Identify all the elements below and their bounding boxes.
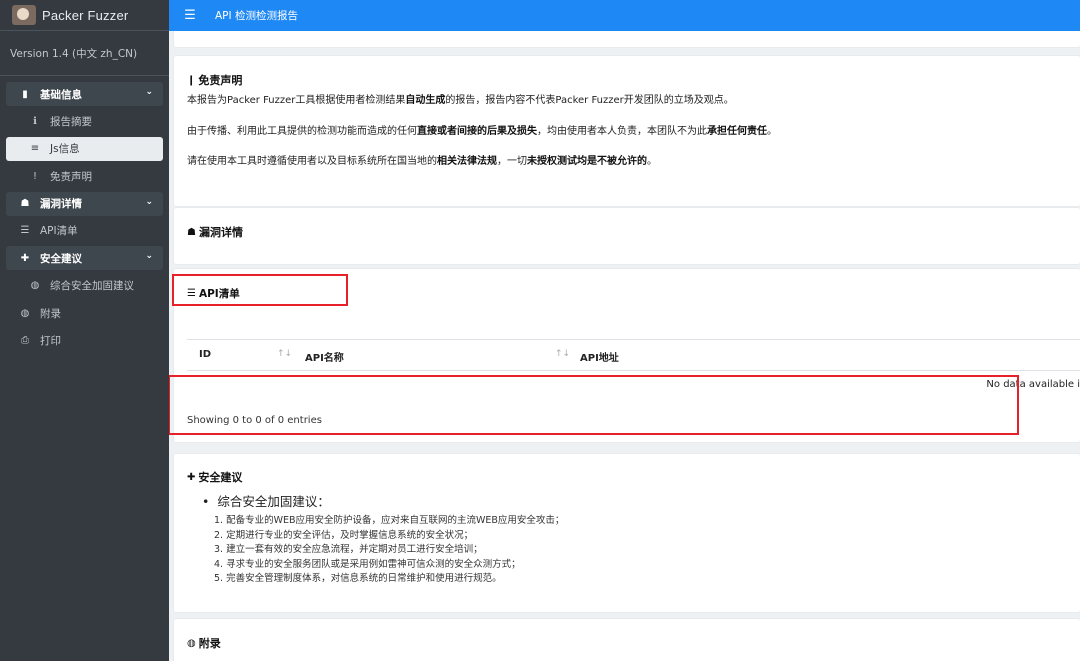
sidebar-item-label: 打印: [40, 335, 61, 348]
main-content: ❙ 免责声明 本报告为Packer Fuzzer工具根据使用者检测结果自动生成的…: [169, 31, 1080, 661]
sidebar-item-label: 附录: [40, 307, 61, 320]
text: ，一切: [497, 156, 527, 167]
security-advice-card: ✚ 安全建议 综合安全加固建议： 1. 配备专业的WEB应用安全防护设备，应对来…: [174, 454, 1080, 612]
sidebar-item-label: 安全建议: [40, 252, 82, 265]
bold-text: 直接或者间接的后果及损失: [417, 126, 537, 137]
hamburger-menu-icon[interactable]: ☰: [175, 8, 205, 23]
disclaimer-card: ❙ 免责声明 本报告为Packer Fuzzer工具根据使用者检测结果自动生成的…: [174, 56, 1080, 206]
sidebar-item-label: 综合安全加固建议: [50, 280, 134, 293]
vuln-details-heading: ☗ 漏洞详情: [187, 224, 243, 240]
list-item: 4. 寻求专业的安全服务团队或是采用例如雷神可信众测的安全众测方式；: [214, 558, 521, 570]
list-item: 1. 配备专业的WEB应用安全防护设备，应对来自互联网的主流WEB应用安全攻击；: [214, 515, 565, 526]
brand-logo: [12, 5, 36, 25]
sidebar-item-hardening[interactable]: ◍ 综合安全加固建议: [6, 274, 163, 298]
text: 本报告为Packer Fuzzer工具根据使用者检测结果: [187, 95, 406, 106]
sidebar-nav: ▮ 基础信息 ⌄ ℹ 报告摘要 ≡ Js信息 ! 免责声明 ☗ 漏洞详情 ⌄ ☰…: [0, 76, 169, 362]
api-list-card: ☰ API清单 ID ↑↓ API名称 ↑↓ API地址 No data ava…: [169, 269, 1080, 442]
bold-text: 自动生成: [405, 95, 446, 106]
exclamation-icon: !: [32, 170, 37, 182]
sidebar-item-security-advice[interactable]: ✚ 安全建议 ⌄: [6, 246, 163, 271]
list-item: 3. 建立一套有效的安全应急流程，并定期对员工进行安全培训；: [214, 544, 483, 556]
globe-icon: ◍: [187, 637, 196, 649]
brand-name: Packer Fuzzer: [42, 7, 129, 23]
sort-icon[interactable]: ↑↓: [555, 349, 570, 359]
sidebar-item-label: API清单: [40, 225, 78, 238]
chevron-down-icon: ⌄: [145, 251, 153, 262]
sidebar-item-disclaimer[interactable]: ! 免责声明: [6, 164, 163, 188]
sidebar-item-label: Js信息: [50, 143, 80, 156]
column-header-api-name[interactable]: API名称: [305, 349, 344, 364]
vuln-details-card: ☗ 漏洞详情: [174, 208, 1080, 264]
sidebar-item-print[interactable]: ⎙ 打印: [6, 329, 163, 353]
plus-icon: ✚: [20, 252, 30, 264]
chevron-down-icon: ⌄: [145, 87, 153, 97]
column-header-api-address[interactable]: API地址: [580, 349, 619, 364]
hardening-steps: 1. 配备专业的WEB应用安全防护设备，应对来自互联网的主流WEB应用安全攻击；…: [214, 514, 564, 587]
appendix-card: ◍ 附录: [174, 619, 1080, 661]
sidebar-item-vuln-details[interactable]: ☗ 漏洞详情 ⌄: [6, 191, 163, 216]
highlight-box-title: [172, 274, 348, 306]
document-icon: ▮: [22, 88, 28, 100]
sidebar-item-basic-info[interactable]: ▮ 基础信息 ⌄: [6, 82, 163, 106]
print-icon: ⎙: [21, 335, 29, 347]
globe-icon: ◍: [30, 280, 40, 292]
text: 的报告，报告内容不代表Packer Fuzzer开发团队的立场及观点。: [445, 95, 734, 106]
disclaimer-paragraph-2: 由于传播、利用此工具提供的检测功能而造成的任何直接或者间接的后果及损失，均由使用…: [187, 125, 777, 139]
version-label: Version 1.4 (中文 zh_CN): [0, 31, 169, 76]
api-table-header: ID ↑↓ API名称 ↑↓ API地址: [187, 339, 1080, 371]
bold-text: 承担任何责任: [707, 126, 767, 137]
globe-icon: ◍: [20, 307, 30, 319]
bug-icon: ☗: [20, 198, 30, 210]
top-navbar: ☰ API 检测检测报告: [169, 0, 1080, 31]
list-item: 5. 完善安全管理制度体系，对信息系统的日常维护和使用进行规范。: [214, 573, 502, 585]
bug-icon: ☗: [187, 226, 196, 238]
page-title: API 检测检测报告: [215, 10, 298, 22]
text: ，均由使用者本人负责，本团队不为此: [537, 126, 707, 137]
disclaimer-title: 免责声明: [198, 74, 243, 87]
highlight-box-table: [169, 375, 1019, 435]
text: 请在使用本工具时遵循使用者以及目标系统所在国当地的: [187, 156, 437, 167]
disclaimer-heading: ❙ 免责声明: [187, 72, 242, 88]
sidebar-item-label: 报告摘要: [50, 115, 92, 128]
chevron-down-icon: ⌄: [145, 196, 153, 207]
disclaimer-paragraph-1: 本报告为Packer Fuzzer工具根据使用者检测结果自动生成的报告，报告内容…: [187, 94, 734, 108]
disclaimer-paragraph-3: 请在使用本工具时遵循使用者以及目标系统所在国当地的相关法律法规，一切未授权测试均…: [187, 155, 657, 169]
sidebar-item-api-list[interactable]: ☰ API清单: [6, 219, 163, 243]
vuln-details-title: 漏洞详情: [198, 226, 243, 239]
appendix-heading: ◍ 附录: [187, 635, 221, 651]
bold-text: 相关法律法规: [437, 156, 497, 167]
hardening-subtitle: 综合安全加固建议：: [202, 491, 330, 510]
security-advice-heading: ✚ 安全建议: [187, 469, 242, 485]
sidebar-item-js-info[interactable]: ≡ Js信息: [6, 136, 163, 161]
brand[interactable]: Packer Fuzzer: [0, 0, 169, 31]
column-header-id[interactable]: ID: [199, 349, 211, 360]
security-advice-title: 安全建议: [198, 471, 243, 484]
sidebar-item-label: 基础信息: [40, 88, 82, 101]
appendix-title: 附录: [198, 637, 221, 650]
exclamation-icon: ❙: [187, 74, 196, 86]
sidebar-item-label: 漏洞详情: [40, 198, 82, 211]
list-icon: ☰: [20, 225, 30, 237]
sidebar-item-appendix[interactable]: ◍ 附录: [6, 301, 163, 325]
top-card: [174, 31, 1080, 47]
sidebar: Packer Fuzzer Version 1.4 (中文 zh_CN) ▮ 基…: [0, 0, 169, 661]
sidebar-item-summary[interactable]: ℹ 报告摘要: [6, 109, 163, 133]
sort-icon[interactable]: ↑↓: [277, 349, 292, 359]
info-icon: ℹ: [33, 115, 37, 127]
text: 由于传播、利用此工具提供的检测功能而造成的任何: [187, 126, 417, 137]
list-item: 2. 定期进行专业的安全评估，及时掌握信息系统的安全状况；: [214, 529, 474, 541]
text: 。: [767, 126, 777, 137]
bold-text: 未授权测试均是不被允许的: [527, 156, 647, 167]
sidebar-item-label: 免责声明: [50, 170, 92, 183]
text: 。: [647, 156, 657, 167]
database-icon: ≡: [30, 143, 40, 155]
plus-icon: ✚: [187, 471, 196, 483]
